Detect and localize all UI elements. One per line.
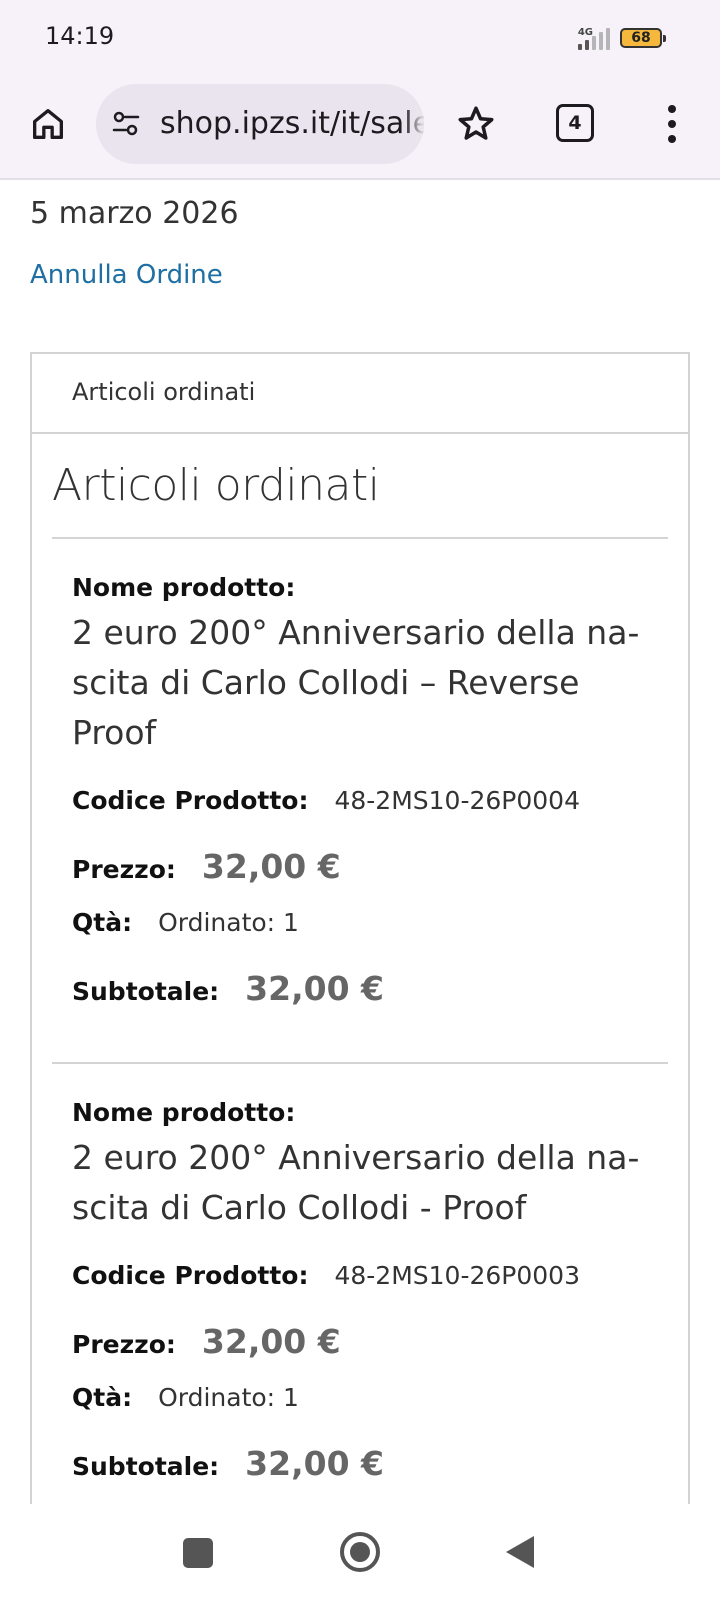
sku-label: Codice Prodotto: — [72, 786, 309, 815]
price-label: Prezzo: — [72, 1330, 176, 1359]
ordered-items-panel: Articoli ordinati Articoli ordinati Nome… — [30, 352, 690, 1504]
panel-tab[interactable]: Articoli ordinati — [32, 354, 688, 434]
product-name-label: Nome prodotto: — [72, 1098, 296, 1127]
square-icon[interactable] — [183, 1538, 213, 1568]
home-button[interactable] — [26, 102, 70, 146]
qty-value: Ordinato: 1 — [158, 908, 299, 937]
product-name: 2 euro 200° Anniversario della na-scita … — [72, 1138, 640, 1227]
tab-count: 4 — [568, 112, 582, 134]
status-icons: 4G 68 — [578, 26, 666, 50]
page-content: 5 marzo 2026 Annulla Ordine Articoli ord… — [0, 182, 720, 1504]
browser-toolbar: shop.ipzs.it/it/sales/order/view 4 — [0, 80, 720, 180]
star-icon — [458, 106, 494, 140]
subtotal-label: Subtotale: — [72, 1452, 220, 1481]
circle-icon[interactable] — [340, 1532, 380, 1572]
cancel-order-link[interactable]: Annulla Ordine — [30, 260, 223, 290]
order-date: 5 marzo 2026 — [30, 196, 239, 231]
system-nav-bar — [0, 1504, 720, 1600]
price-label: Prezzo: — [72, 855, 176, 884]
status-bar: 14:19 4G 68 — [0, 0, 720, 80]
price-value: 32,00 € — [201, 1322, 341, 1361]
subtotal-value: 32,00 € — [245, 969, 385, 1008]
status-time: 14:19 — [45, 22, 115, 50]
tab-switcher-button[interactable]: 4 — [556, 104, 594, 142]
subtotal-value: 32,00 € — [245, 1444, 385, 1483]
sku-value: 48-2MS10-26P0003 — [334, 1261, 580, 1290]
signal-icon: 4G — [578, 26, 610, 50]
price-value: 32,00 € — [201, 847, 341, 886]
qty-label: Qtà: — [72, 1383, 133, 1412]
qty-value: Ordinato: 1 — [158, 1383, 299, 1412]
section-title: Articoli ordinati — [52, 434, 668, 539]
bookmark-button[interactable] — [452, 100, 500, 148]
home-icon — [33, 109, 63, 139]
order-item: Nome prodotto: 2 euro 200° Anniversario … — [52, 539, 668, 1064]
triangle-back-icon[interactable] — [506, 1536, 534, 1568]
sku-label: Codice Prodotto: — [72, 1261, 309, 1290]
tune-icon[interactable] — [110, 108, 142, 140]
qty-label: Qtà: — [72, 908, 133, 937]
product-name: 2 euro 200° Anniversario della na-scita … — [72, 613, 640, 752]
sku-value: 48-2MS10-26P0004 — [334, 786, 580, 815]
battery-level: 68 — [631, 30, 651, 46]
order-item: Nome prodotto: 2 euro 200° Anniversario … — [52, 1064, 668, 1504]
battery-icon: 68 — [620, 28, 666, 48]
more-vert-icon[interactable] — [652, 102, 692, 146]
address-bar[interactable]: shop.ipzs.it/it/sales/order/view — [96, 84, 424, 164]
subtotal-label: Subtotale: — [72, 977, 220, 1006]
product-name-label: Nome prodotto: — [72, 573, 296, 602]
url-text[interactable]: shop.ipzs.it/it/sales/order/view — [160, 106, 424, 141]
network-type: 4G — [577, 27, 593, 38]
